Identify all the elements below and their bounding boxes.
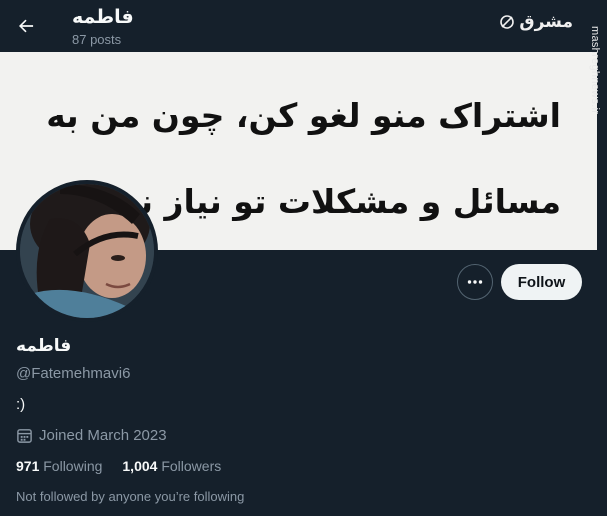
following-label: Following [43, 458, 103, 474]
following-count: 971 [16, 458, 40, 474]
posts-count: 87 posts [72, 32, 122, 47]
following-link[interactable]: 971 Following [16, 458, 102, 474]
arrow-left-icon [19, 19, 34, 33]
joined-date: Joined March 2023 [16, 427, 167, 444]
header-title: فاطمه [72, 6, 134, 28]
follow-button[interactable]: Follow [501, 264, 582, 300]
more-options-button[interactable] [457, 264, 493, 300]
follow-counts: 971 Following 1,004 Followers [16, 458, 221, 474]
followers-link[interactable]: 1,004 Followers [122, 458, 221, 474]
display-name: فاطمه [16, 336, 72, 356]
avatar-photo [20, 184, 154, 318]
back-button[interactable] [8, 8, 44, 44]
calendar-icon [17, 429, 32, 443]
avatar[interactable] [16, 180, 158, 322]
banner-text-line-1: اشتراک منو لغو کن، چون من به [46, 96, 561, 135]
followers-count: 1,004 [122, 458, 158, 474]
joined-label: Joined March 2023 [39, 427, 167, 444]
not-followed-notice: Not followed by anyone you’re following [16, 489, 245, 504]
watermark-circle-icon [500, 15, 515, 29]
followers-label: Followers [161, 458, 222, 474]
watermark-site: mashreghnews.ir [589, 26, 601, 115]
more-dots-icon [467, 280, 483, 284]
watermark-logo: مشرق [499, 12, 573, 32]
watermark-logo-text: مشرق [519, 12, 573, 32]
bio: :) [16, 396, 26, 413]
username-handle: @Fatemehmavi6 [16, 365, 131, 382]
